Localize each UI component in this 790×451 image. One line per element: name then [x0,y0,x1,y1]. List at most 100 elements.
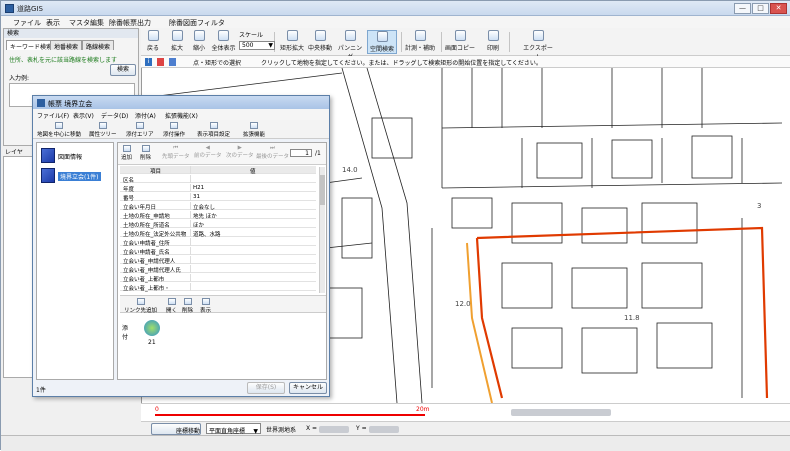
print-button[interactable]: 印刷 [481,30,505,54]
table-row[interactable]: 土地の所在_所道名 ほか [120,220,316,229]
delete-attach-button[interactable]: 削除 [182,298,193,314]
row-key: 立会い者_上都市 [123,277,165,283]
scale-select[interactable]: 500 ▼ [239,41,275,50]
attach-toolbar: リンク先追加 開く 削除 表示 [120,295,326,314]
measure-button[interactable]: 計測・補助 [405,30,435,54]
tab-route[interactable]: 路線検索 [82,40,115,51]
coord-move-button[interactable]: 座標移動 [151,423,201,435]
delete-record-button[interactable]: 削除 [140,145,151,161]
maximize-button[interactable]: □ [752,3,769,14]
table-row[interactable]: 立会い申請者_氏名 [120,247,316,256]
table-row[interactable]: 立会い者_上都市・ [120,283,316,292]
search-button[interactable]: 検索 [110,64,136,76]
minimize-button[interactable]: — [734,3,751,14]
save-button[interactable]: 保存(S) [247,382,285,394]
page-input[interactable]: 1 [290,149,312,157]
open-icon [167,298,176,305]
next-icon: ▶ [237,145,242,151]
table-row[interactable]: 立会い年月日 立会なし [120,202,316,211]
table-row[interactable]: 番号 31 [120,193,316,202]
rect-zoom-button[interactable]: 矩形拡大 [280,30,304,54]
zoom-out-button[interactable]: 縮小 [190,30,208,54]
menu-file[interactable]: ファイル [13,18,41,28]
center-on-map-button[interactable]: 地図を中心に移動 [37,122,81,138]
full-extent-button[interactable]: 全体表示 [211,30,236,54]
menu-master[interactable]: マスタ編集 [69,18,104,28]
zoom-in-button[interactable]: 拡大 [168,30,186,54]
delete-icon [183,298,192,305]
row-value[interactable]: 地先 ほか [193,212,217,220]
attr-tree-button[interactable]: 属性ツリー [89,122,117,138]
delete-icon [141,145,150,152]
table-row[interactable]: 立会い申請者_住所 [120,238,316,247]
table-row[interactable]: 土地の所在_法定外公共物 道路、水路 [120,229,316,238]
table-row[interactable]: 立会い者_上都市 [120,274,316,283]
title-bar: 道路GIS — □ ✕ [1,1,790,16]
coord-system-select[interactable]: 平面直角座標 ▼ [206,423,261,435]
tab-keyword[interactable]: キーワード検索 [6,40,57,51]
first-record-button[interactable]: ⏮ 先頭データ [162,145,190,160]
row-key: 年度 [123,187,135,193]
menu-view[interactable]: 表示 [46,18,60,28]
dmenu-data[interactable]: データ(D) [101,111,128,120]
row-value[interactable]: ほか [193,221,204,229]
row-value[interactable]: 立会なし [193,203,215,211]
dmenu-attach[interactable]: 添付(A) [135,111,156,120]
attach-area-button[interactable]: 添付エリア [126,122,154,138]
dmenu-file[interactable]: ファイル(F) [37,111,69,120]
dialog-toolbar: 地図を中心に移動 属性ツリー 添付エリア 添付操作 表示項目設定 拡張機能 [33,120,329,139]
back-button[interactable]: 戻る [144,30,162,54]
export-button[interactable]: エクスポート [521,30,555,61]
spatial-search-button[interactable]: 空間検索 [367,30,397,54]
pan-button[interactable]: パンニング [336,30,364,61]
y-value [369,426,399,433]
table-row[interactable]: 区名 [120,175,316,184]
table-row[interactable]: 土地の所在_申請地 地先 ほか [120,211,316,220]
dmenu-view[interactable]: 表示(V) [73,111,94,120]
dialog-icon [37,99,45,107]
screen-copy-button[interactable]: 画面コピー [445,30,475,54]
close-button[interactable]: ✕ [770,3,787,14]
row-value[interactable]: 31 [193,194,200,200]
menu-report[interactable]: 除番帳票出力 [109,18,151,28]
table-row[interactable]: 立会い者_申請代理人氏 [120,265,316,274]
full-extent-icon [218,30,229,41]
table-row[interactable]: 立会い者_申請代理人 [120,256,316,265]
grid-scrollbar[interactable] [319,167,325,293]
attach-op-button[interactable]: 添付操作 [163,122,185,138]
row-key: 土地の所在_所道名 [123,223,170,229]
dmenu-ext[interactable]: 拡張機能(X) [165,111,198,120]
center-move-button[interactable]: 中央移動 [308,30,332,54]
prev-record-button[interactable]: ◀ 前のデータ [194,145,222,159]
list-item[interactable]: 図面情報 [39,147,113,165]
stop-icon [157,58,164,66]
x-label: X = [306,425,318,432]
view-button[interactable]: 表示 [200,298,211,314]
file-icon[interactable] [144,320,160,336]
tab-lot[interactable]: 地番検索 [50,40,83,51]
row-value[interactable]: 道路、水路 [193,230,221,238]
last-record-button[interactable]: ⏭ 最後のデータ [256,145,289,160]
grid-header: 項目 値 [120,166,316,175]
attribute-grid: 項目 値 区名年度 H21 番号 31 立会い年月日 立会なし 土地の所在_申請地 地先 ほか… [120,166,324,294]
display-settings-button[interactable]: 表示項目設定 [197,122,230,138]
header-value: 値 [250,169,256,175]
row-value[interactable]: H21 [193,185,204,191]
prev-icon: ◀ [205,145,210,151]
next-record-button[interactable]: ▶ 次のデータ [226,145,254,159]
table-row[interactable]: 年度 H21 [120,184,316,193]
map-label: 11.8 [624,314,640,322]
info-icon: i [145,58,152,66]
add-record-button[interactable]: 追加 [121,145,132,161]
attach-area[interactable]: 添付 21 [120,314,326,378]
extension-button[interactable]: 拡張機能 [243,122,265,138]
row-key: 土地の所在_法定外公共物 [123,232,187,238]
add-link-button[interactable]: リンク先追加 [124,298,157,314]
list-item[interactable]: 境界立会(1件) [39,167,113,185]
open-button[interactable]: 開く [166,298,177,314]
scale-label: スケール [239,32,264,39]
zoom-out-icon [193,30,205,41]
cancel-button[interactable]: キャンセル [289,382,327,394]
menu-filter[interactable]: 除番図面フィルタ [169,18,225,28]
first-icon: ⏮ [173,145,179,151]
